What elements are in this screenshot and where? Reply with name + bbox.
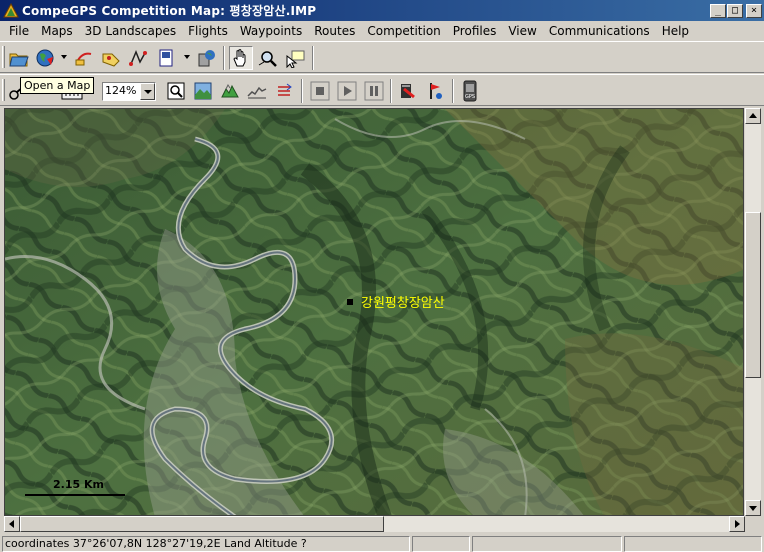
vertical-scroll-thumb[interactable]	[745, 212, 761, 378]
horizontal-scrollbar[interactable]	[4, 516, 745, 532]
hand-pan-icon[interactable]	[229, 46, 253, 70]
scale-label: 2.15 Km	[53, 478, 104, 491]
menu-flights[interactable]: Flights	[182, 24, 234, 38]
globe-icon[interactable]	[33, 46, 57, 70]
toolbar-separator	[223, 46, 225, 70]
status-pane-3	[472, 536, 622, 552]
status-pane-4	[624, 536, 762, 552]
menu-3d-landscapes[interactable]: 3D Landscapes	[79, 24, 182, 38]
title-bar: CompeGPS Competition Map: 평창장암산.IMP _ □ …	[0, 0, 764, 21]
zoom-value: 124%	[105, 84, 137, 97]
profile-icon[interactable]	[245, 79, 269, 103]
document-dropdown-icon[interactable]	[184, 55, 190, 59]
satellite-map-image	[5, 109, 743, 515]
tooltip: Open a Map	[20, 77, 95, 94]
pointer-note-icon[interactable]	[283, 46, 307, 70]
arrow-right-icon	[735, 520, 740, 528]
map-scale-bar: 2.15 Km	[25, 477, 125, 497]
menu-profiles[interactable]: Profiles	[447, 24, 503, 38]
scroll-corner	[745, 516, 761, 532]
secondary-toolbar: 124% GPS	[0, 74, 764, 106]
waypoints-icon[interactable]	[99, 46, 123, 70]
close-button[interactable]: ×	[746, 4, 762, 18]
toolbar-grip[interactable]	[2, 79, 5, 101]
vertical-scrollbar[interactable]	[745, 108, 761, 516]
horizontal-scroll-thumb[interactable]	[20, 516, 384, 532]
route-icon[interactable]	[126, 46, 150, 70]
zoom-select[interactable]: 124%	[102, 82, 156, 101]
scroll-right-button[interactable]	[729, 516, 745, 532]
record-icon[interactable]	[396, 79, 420, 103]
window-title: CompeGPS Competition Map: 평창장암산.IMP	[22, 4, 317, 18]
menu-view[interactable]: View	[502, 24, 542, 38]
toolbar-separator	[301, 79, 303, 103]
map-view[interactable]: 강원평창장암산 2.15 Km	[4, 108, 744, 516]
play-icon[interactable]	[335, 79, 359, 103]
status-coordinates: coordinates 37°26'07,8N 128°27'19,2E Lan…	[2, 536, 410, 552]
svg-text:GPS: GPS	[465, 94, 475, 100]
maximize-button[interactable]: □	[727, 4, 743, 18]
stop-icon[interactable]	[308, 79, 332, 103]
arrow-down-icon	[749, 506, 757, 511]
menu-maps[interactable]: Maps	[35, 24, 79, 38]
globe-dropdown-icon[interactable]	[61, 55, 67, 59]
waypoint-label: 강원평창장암산	[361, 296, 445, 311]
arrow-left-icon	[9, 520, 14, 528]
compegps-app-icon[interactable]	[3, 2, 19, 19]
flight-icon[interactable]	[72, 46, 96, 70]
scale-line	[25, 494, 125, 496]
waypoint-marker[interactable]: 강원평창장암산	[347, 292, 445, 311]
menu-routes[interactable]: Routes	[308, 24, 361, 38]
gps-icon[interactable]	[194, 46, 218, 70]
menu-help[interactable]: Help	[656, 24, 695, 38]
open-map-icon[interactable]	[7, 46, 31, 70]
scroll-up-button[interactable]	[745, 108, 761, 124]
toolbar-grip[interactable]	[2, 46, 5, 68]
toolbar-separator	[390, 79, 392, 103]
arrow-up-icon	[749, 113, 757, 118]
gps-device-icon[interactable]: GPS	[458, 79, 482, 103]
terrain-icon[interactable]	[218, 79, 242, 103]
magnifier-icon[interactable]	[256, 46, 280, 70]
menu-communications[interactable]: Communications	[543, 24, 656, 38]
scroll-left-button[interactable]	[4, 516, 20, 532]
zoom-dropdown-arrow-icon[interactable]	[140, 83, 155, 100]
minimize-button[interactable]: _	[710, 4, 726, 18]
scroll-down-button[interactable]	[745, 500, 761, 516]
toolbar-separator	[452, 79, 454, 103]
pause-icon[interactable]	[362, 79, 386, 103]
status-pane-2	[412, 536, 470, 552]
menu-bar: File Maps 3D Landscapes Flights Waypoint…	[0, 21, 764, 40]
marker-icon[interactable]	[423, 79, 447, 103]
main-toolbar	[0, 41, 764, 73]
menu-file[interactable]: File	[3, 24, 35, 38]
arrows-icon[interactable]	[272, 79, 296, 103]
menu-competition[interactable]: Competition	[361, 24, 446, 38]
status-bar: coordinates 37°26'07,8N 128°27'19,2E Lan…	[0, 535, 764, 552]
landscape-3d-icon[interactable]	[191, 79, 215, 103]
document-icon[interactable]	[154, 46, 178, 70]
waypoint-square-icon[interactable]	[347, 298, 353, 305]
menu-waypoints[interactable]: Waypoints	[234, 24, 308, 38]
toolbar-separator	[312, 46, 314, 70]
zoom-fit-icon[interactable]	[164, 79, 188, 103]
